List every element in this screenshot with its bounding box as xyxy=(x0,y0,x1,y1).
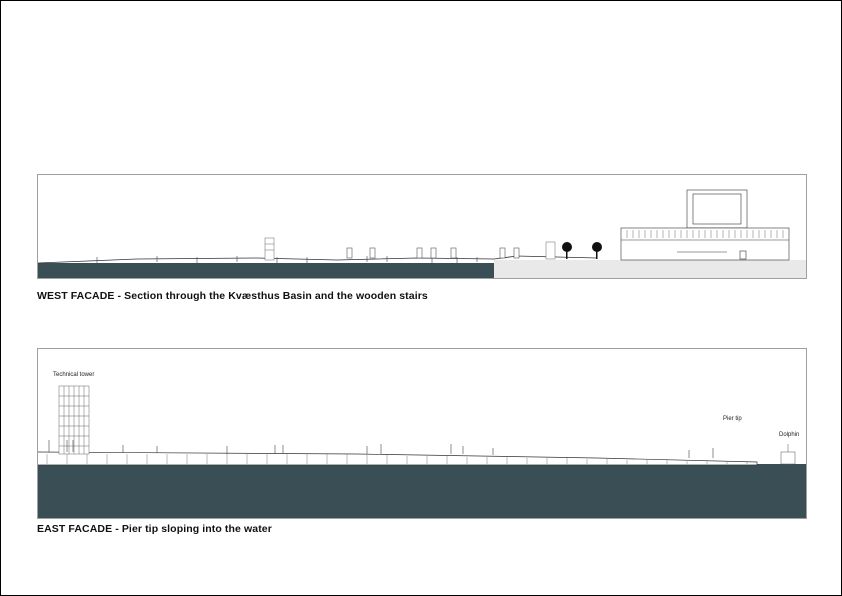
east-facade-drawing: Technical tower Pier tip Dolphin xyxy=(37,348,807,519)
tower-label: Technical tower xyxy=(53,372,94,378)
east-facade-svg: Technical tower Pier tip Dolphin xyxy=(37,348,807,519)
east-water xyxy=(38,464,806,518)
west-facade-svg xyxy=(37,174,807,279)
west-facade-caption: WEST FACADE - Section through the Kvæsth… xyxy=(37,290,428,302)
west-facade-drawing xyxy=(37,174,807,279)
east-facade-caption: EAST FACADE - Pier tip sloping into the … xyxy=(37,523,272,535)
dolphin-label: Dolphin xyxy=(779,432,799,438)
west-water xyxy=(38,263,494,278)
pier-tip-label: Pier tip xyxy=(723,416,742,422)
east-technical-tower xyxy=(58,385,90,455)
drawing-sheet: WEST FACADE - Section through the Kvæsth… xyxy=(0,0,842,596)
west-ground xyxy=(494,260,806,278)
